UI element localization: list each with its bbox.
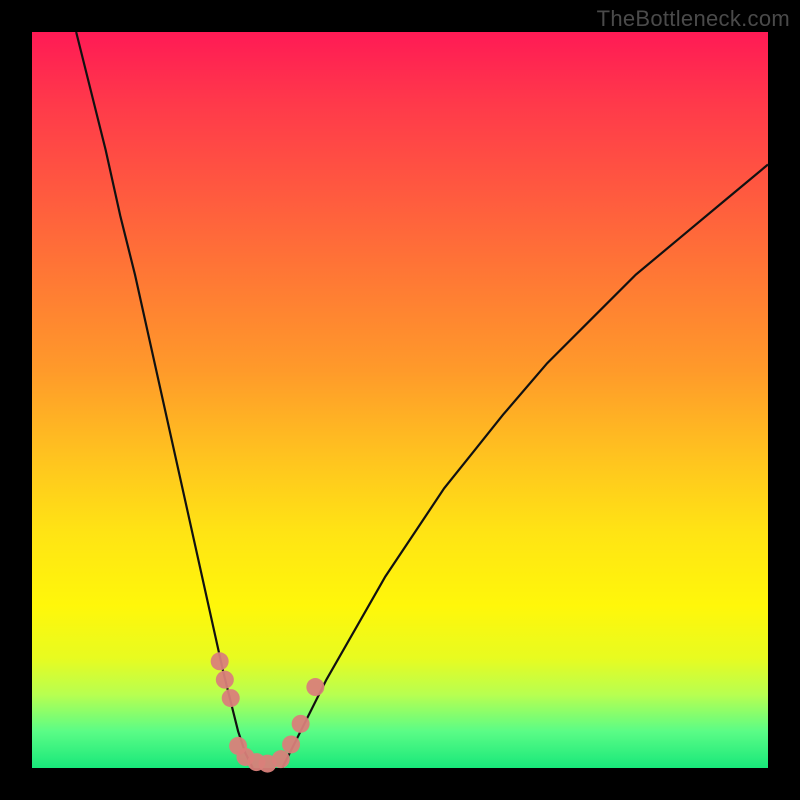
marker-dot: [216, 671, 234, 689]
plot-area: [32, 32, 768, 768]
marker-dot: [282, 735, 300, 753]
curve-right-arm: [282, 164, 768, 768]
curve-layer: [32, 32, 768, 768]
marker-group: [211, 652, 325, 772]
marker-dot: [272, 750, 290, 768]
marker-dot: [211, 652, 229, 670]
chart-frame: TheBottleneck.com: [0, 0, 800, 800]
watermark-text: TheBottleneck.com: [597, 6, 790, 32]
marker-dot: [292, 715, 310, 733]
marker-dot: [306, 678, 324, 696]
marker-dot: [222, 689, 240, 707]
